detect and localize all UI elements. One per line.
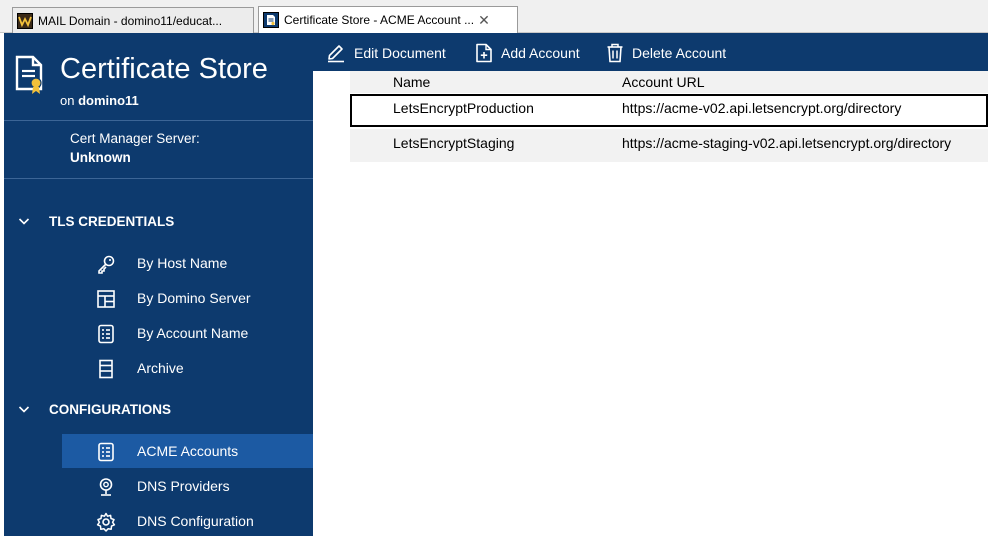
sidebar-item-dns-configuration[interactable]: DNS Configuration: [62, 504, 313, 538]
edit-document-button[interactable]: Edit Document: [326, 42, 446, 64]
list-icon: [96, 324, 116, 344]
tab-label: Certificate Store - ACME Account ...: [284, 13, 475, 27]
sidebar-item-by-domino-server[interactable]: By Domino Server: [62, 281, 313, 315]
document-icon: [263, 12, 279, 28]
domino-db-icon: [17, 12, 33, 29]
close-icon[interactable]: ✕: [478, 12, 490, 29]
delete-account-button[interactable]: Delete Account: [606, 42, 726, 64]
edit-document-label: Edit Document: [354, 45, 446, 61]
sidebar: Certificate Store on domino11 Cert Manag…: [4, 33, 313, 536]
window-tab-bar: MAIL Domain - domino11/educat... Certifi…: [0, 0, 988, 33]
cell-account-url: https://acme-v02.api.letsencrypt.org/dir…: [622, 100, 902, 116]
section-label: TLS CREDENTIALS: [49, 214, 175, 229]
cell-account-name: LetsEncryptStaging: [393, 135, 515, 151]
server-subtitle: on domino11: [60, 93, 139, 108]
add-account-button[interactable]: Add Account: [475, 42, 580, 64]
sidebar-item-label: ACME Accounts: [137, 443, 239, 459]
action-toolbar: Edit Document Add Account Delete Account: [313, 33, 988, 71]
sidebar-item-label: By Domino Server: [137, 290, 251, 306]
table-row[interactable]: LetsEncryptProduction https://acme-v02.a…: [350, 94, 988, 127]
tab-mail-domain[interactable]: MAIL Domain - domino11/educat...: [12, 7, 254, 33]
gear-icon: [96, 512, 116, 532]
column-header-name[interactable]: Name: [393, 74, 430, 90]
table-header: Name Account URL: [350, 71, 988, 93]
page-title: Certificate Store: [60, 53, 268, 85]
add-document-icon: [476, 43, 492, 63]
sidebar-item-by-account-name[interactable]: By Account Name: [62, 316, 313, 350]
certificate-icon: [14, 55, 46, 100]
column-header-account-url[interactable]: Account URL: [622, 74, 704, 90]
sidebar-item-by-host-name[interactable]: By Host Name: [62, 246, 313, 280]
list-icon: [96, 442, 116, 462]
location-icon: [96, 477, 116, 497]
cell-account-url: https://acme-staging-v02.api.letsencrypt…: [622, 135, 952, 151]
app-header: Certificate Store on domino11: [4, 33, 313, 121]
table-row[interactable]: LetsEncryptStaging https://acme-staging-…: [350, 129, 988, 162]
add-account-label: Add Account: [501, 45, 580, 61]
main-panel: Edit Document Add Account Delete Account…: [313, 33, 988, 536]
section-tls-credentials[interactable]: TLS CREDENTIALS: [4, 207, 313, 237]
archive-icon: [96, 359, 116, 379]
sidebar-item-label: By Account Name: [137, 325, 249, 341]
sidebar-item-label: DNS Configuration: [137, 513, 254, 529]
subtitle-prefix: on: [60, 93, 75, 108]
sidebar-item-dns-providers[interactable]: DNS Providers: [62, 469, 313, 503]
cert-manager-label: Cert Manager Server:: [70, 131, 200, 146]
chevron-down-icon: [18, 215, 30, 230]
sidebar-item-label: By Host Name: [137, 255, 228, 271]
section-configurations[interactable]: CONFIGURATIONS: [4, 395, 313, 425]
cert-manager-block: Cert Manager Server: Unknown: [4, 122, 313, 179]
delete-account-label: Delete Account: [632, 45, 727, 61]
chevron-down-icon: [18, 403, 30, 418]
sidebar-item-label: Archive: [137, 360, 184, 376]
key-icon: [96, 254, 116, 274]
sidebar-item-acme-accounts[interactable]: ACME Accounts: [62, 434, 313, 468]
server-name: domino11: [78, 93, 139, 108]
pencil-icon: [328, 45, 344, 63]
tab-certificate-store[interactable]: Certificate Store - ACME Account ... ✕: [258, 6, 518, 33]
trash-icon: [607, 43, 623, 63]
sidebar-item-archive[interactable]: Archive: [62, 351, 313, 385]
section-label: CONFIGURATIONS: [49, 402, 171, 417]
cell-account-name: LetsEncryptProduction: [393, 100, 534, 116]
layout-icon: [96, 289, 116, 309]
sidebar-item-label: DNS Providers: [137, 478, 230, 494]
tab-label: MAIL Domain - domino11/educat...: [38, 13, 223, 28]
cert-manager-value: Unknown: [70, 150, 131, 165]
